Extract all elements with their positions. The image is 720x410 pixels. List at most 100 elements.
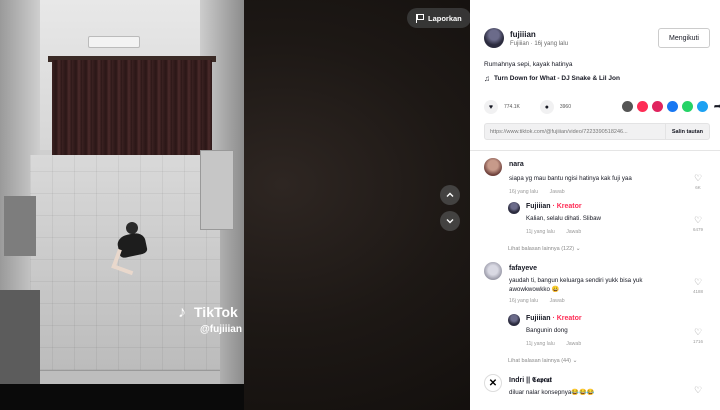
reply-time: 11j yang lalu [526, 229, 555, 235]
reply-button[interactable]: Jawab [550, 298, 565, 304]
whatsapp-icon[interactable] [682, 101, 693, 112]
like-count: 774.1K [504, 104, 520, 110]
watermark-brand: TikTok [194, 303, 238, 320]
comment-like[interactable]: ♡ 4188 [690, 277, 706, 295]
comment-item: ✕ Indri || 𝕮𝖆𝖕𝖈𝖚𝖙 diluar nalar konsepnya… [484, 374, 710, 408]
heart-outline-icon: ♡ [693, 327, 703, 337]
reply-meta: 11j yang lalu Jawab [526, 229, 591, 235]
comment-text: diluar nalar konsepnya😂😂😂 [509, 389, 595, 396]
tiktok-watermark: TikTok @fujiiian [178, 303, 242, 335]
follow-button[interactable]: Mengikuti [658, 28, 710, 48]
music-note-icon: ♫ [484, 74, 490, 83]
view-more-replies[interactable]: Lihat balasan lainnya (44) ⌄ [508, 357, 578, 364]
bottom-railing [40, 370, 220, 384]
view-replies-label: Lihat balasan lainnya (44) [508, 358, 571, 364]
reply-text: Bangunin dong [526, 327, 568, 334]
comment-meta: 16j yang lalu Jawab [509, 189, 575, 195]
comment-author[interactable]: nara [509, 161, 524, 168]
comment-like-count: 4188 [692, 289, 703, 294]
shelf [4, 196, 36, 256]
send-icon[interactable] [637, 101, 648, 112]
reply-like[interactable]: ♡ 6479 [690, 215, 706, 233]
previous-video-button[interactable] [440, 185, 460, 205]
comment-text: yaudah ti, bangun keluarga sendiri yukk … [509, 277, 643, 293]
stats-row: ♥ 774.1K ● 3960 [484, 100, 585, 114]
reply-button[interactable]: Jawab [566, 229, 581, 235]
video-bottom-bar [0, 384, 244, 410]
reply-item: Fujiiian · Kreator Bangunin dong 11j yan… [508, 314, 710, 350]
music-title: Turn Down for What - DJ Snake & Lil Jon [494, 75, 620, 82]
author-name[interactable]: fujiiian [510, 30, 568, 39]
person-lying [111, 222, 150, 276]
view-replies-label: Lihat balasan lainnya (122) [508, 246, 575, 252]
reply-author-name[interactable]: Fujiiian [526, 315, 551, 322]
cabinet [200, 150, 234, 230]
avatar[interactable] [508, 314, 520, 326]
comment-icon: ● [544, 103, 549, 111]
next-video-button[interactable] [440, 211, 460, 231]
comment-item: fafayeve yaudah ti, bangun keluarga send… [484, 262, 710, 312]
comment-like[interactable]: ♡ [690, 386, 706, 395]
music-link[interactable]: ♫ Turn Down for What - DJ Snake & Lil Jo… [484, 74, 620, 83]
author-meta: Fujiiian · 16j yang lalu [510, 40, 569, 47]
comment-time: 16j yang lalu [509, 298, 539, 304]
post-side-panel: fujiiian Fujiiian · 16j yang lalu Mengik… [470, 0, 720, 410]
comment-author[interactable]: Indri || 𝕮𝖆𝖕𝖈𝖚𝖙 [509, 377, 552, 385]
reply-item: Fujiiian · Kreator Kalian, selalu dihati… [508, 202, 710, 238]
copy-link-button[interactable]: Salin tautan [664, 124, 709, 139]
comment-count: 3960 [559, 104, 571, 110]
chevron-down-icon: ⌄ [572, 358, 578, 364]
post-caption: Rumahnya sepi, kayak hatinya [484, 61, 573, 68]
view-more-replies[interactable]: Lihat balasan lainnya (122) ⌄ [508, 245, 581, 252]
reply-like-count: 6479 [692, 227, 703, 232]
like-button[interactable]: ♥ [484, 100, 498, 114]
reply-author[interactable]: Fujiiian · Kreator [526, 203, 582, 210]
link-box: https://www.tiktok.com/@fujiiian/video/7… [484, 123, 710, 140]
capcut-avatar[interactable]: ✕ [484, 374, 502, 392]
heart-icon: ♥ [488, 103, 494, 111]
comment-button[interactable]: ● [539, 100, 554, 114]
reply-meta: 11j yang lalu Jawab [526, 341, 591, 347]
reply-time: 11j yang lalu [526, 341, 555, 347]
chevron-up-icon [446, 192, 454, 197]
video-frame[interactable]: TikTok @fujiiian [0, 0, 244, 384]
embed-icon[interactable] [622, 101, 633, 112]
reply-button[interactable]: Jawab [550, 189, 565, 195]
comment-time: 16j yang lalu [509, 189, 539, 195]
comment-text: siapa yg mau bantu ngisi hatinya kak fuj… [509, 175, 632, 182]
reply-like[interactable]: ♡ 1716 [690, 327, 706, 345]
heart-outline-icon: ♡ [693, 215, 703, 225]
reply-text: Kalian, selalu dihati. Slibaw [526, 215, 601, 222]
share-link-icon[interactable] [652, 101, 663, 112]
air-conditioner [88, 36, 140, 48]
avatar[interactable] [484, 28, 504, 48]
heart-outline-icon: ♡ [693, 277, 703, 287]
avatar[interactable] [508, 202, 520, 214]
comment-like-count: 6K [695, 185, 701, 190]
comment-like[interactable]: ♡ 6K [690, 174, 706, 191]
share-row: ➦ [622, 101, 720, 112]
curtain [52, 60, 212, 160]
comment-author[interactable]: fafayeve [509, 265, 537, 272]
author-row[interactable]: fujiiian Fujiiian · 16j yang lalu [484, 28, 568, 48]
watermark-handle: @fujiiian [200, 324, 242, 335]
video-player[interactable]: TikTok @fujiiian Laporkan [0, 0, 470, 410]
reply-author[interactable]: Fujiiian · Kreator [526, 315, 582, 322]
twitter-icon[interactable] [697, 101, 708, 112]
chevron-down-icon: ⌄ [575, 246, 581, 252]
comment-item: nara siapa yg mau bantu ngisi hatinya ka… [484, 158, 710, 200]
video-link[interactable]: https://www.tiktok.com/@fujiiian/video/7… [485, 129, 665, 135]
reply-author-name[interactable]: Fujiiian [526, 203, 551, 210]
share-arrow-icon[interactable]: ➦ [712, 101, 720, 112]
facebook-icon[interactable] [667, 101, 678, 112]
railing [0, 290, 40, 384]
creator-badge: · Kreator [552, 315, 582, 322]
avatar[interactable] [484, 158, 502, 176]
reply-button[interactable]: Jawab [566, 341, 581, 347]
tiktok-logo-icon [178, 304, 192, 320]
reply-like-count: 1716 [692, 339, 703, 344]
divider [470, 150, 720, 151]
flag-icon [416, 13, 424, 23]
report-button[interactable]: Laporkan [407, 8, 470, 28]
avatar[interactable] [484, 262, 502, 280]
